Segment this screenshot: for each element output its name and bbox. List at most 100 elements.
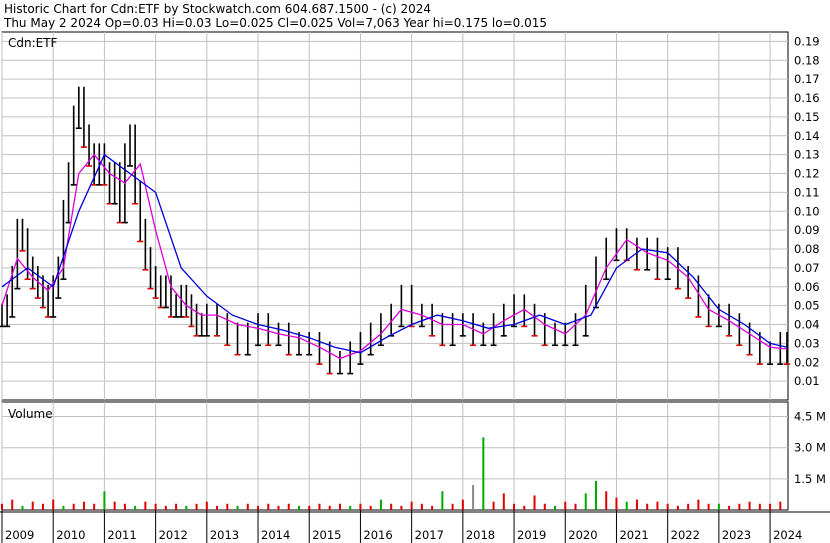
volume-bar: [666, 503, 669, 510]
volume-bar: [625, 501, 628, 510]
price-tick-label: 0.16: [794, 91, 820, 105]
volume-bar: [697, 499, 700, 510]
price-tick-label: 0.18: [794, 53, 820, 67]
x-axis-ticks: 2009 2010 2011 2012 2013 2014 2015 2016 2017 2018…: [0, 510, 830, 543]
price-tick-label: 0.17: [794, 72, 820, 86]
price-tick-label: 0.09: [794, 223, 820, 237]
x-tick-label: 2023: [722, 528, 751, 542]
volume-bar: [594, 480, 597, 510]
volume-y-ticks: 4.5 M 3.0 M 1.5 M: [794, 410, 826, 486]
volume-bar: [308, 505, 311, 510]
chart-header-quote: Thu May 2 2024 Op=0.03 Hi=0.03 Lo=0.025 …: [3, 16, 547, 30]
volume-bar: [359, 503, 362, 510]
volume-bar: [431, 505, 434, 510]
volume-bar: [420, 503, 423, 510]
volume-bar: [390, 503, 393, 510]
volume-panel-title: Volume: [8, 407, 53, 421]
x-tick-label: 2021: [619, 528, 648, 542]
volume-bar: [11, 499, 14, 510]
volume-bar: [82, 501, 85, 510]
volume-bar: [543, 503, 546, 510]
volume-bar: [41, 503, 44, 510]
volume-bar: [1, 503, 3, 510]
volume-bar: [472, 485, 475, 510]
price-tick-label: 0.14: [794, 129, 820, 143]
volume-bar: [646, 503, 649, 510]
volume-bar: [400, 505, 403, 510]
volume-bar: [144, 501, 147, 510]
volume-bar: [93, 503, 96, 510]
volume-bar: [287, 503, 290, 510]
x-tick-label: 2011: [107, 528, 136, 542]
volume-bar: [164, 505, 167, 510]
volume-bar: [246, 503, 249, 510]
price-tick-label: 0.02: [794, 355, 820, 369]
volume-bar: [635, 499, 638, 510]
price-tick-label: 0.06: [794, 280, 820, 294]
price-tick-label: 0.03: [794, 336, 820, 350]
x-tick-label: 2012: [159, 528, 188, 542]
volume-bar: [717, 503, 720, 510]
volume-bar: [154, 503, 157, 510]
price-tick-label: 0.11: [794, 185, 820, 199]
x-tick-label: 2024: [773, 528, 802, 542]
volume-bar: [451, 503, 454, 510]
volume-bar: [297, 505, 300, 510]
volume-bar: [605, 491, 608, 510]
stock-chart: Historic Chart for Cdn:ETF by Stockwatch…: [0, 2, 830, 543]
volume-bar: [461, 499, 464, 510]
volume-bar: [379, 499, 382, 510]
volume-tick-label: 4.5 M: [794, 410, 826, 424]
price-tick-label: 0.07: [794, 261, 820, 275]
volume-bar: [738, 503, 741, 510]
volume-bar: [502, 493, 505, 510]
price-tick-label: 0.13: [794, 148, 820, 162]
volume-panel: [1, 401, 789, 511]
volume-bar: [21, 505, 24, 510]
volume-bar: [410, 501, 413, 510]
price-tick-label: 0.10: [794, 204, 820, 218]
volume-bar: [554, 505, 557, 510]
volume-bar: [62, 505, 65, 510]
price-tick-label: 0.04: [794, 318, 820, 332]
price-tick-label: 0.05: [794, 299, 820, 313]
volume-bar: [195, 503, 198, 510]
price-tick-label: 0.19: [794, 34, 820, 48]
volume-bar: [72, 503, 75, 510]
volume-tick-label: 3.0 M: [794, 441, 826, 455]
volume-bar: [564, 501, 567, 510]
price-tick-label: 0.15: [794, 110, 820, 124]
volume-bar: [523, 505, 526, 510]
x-tick-label: 2022: [671, 528, 700, 542]
price-tick-label: 0.01: [794, 374, 820, 388]
x-tick-label: 2009: [5, 528, 34, 542]
volume-bar: [134, 505, 137, 510]
x-tick-label: 2016: [363, 528, 392, 542]
volume-bar: [676, 505, 679, 510]
volume-bar: [349, 505, 352, 510]
x-tick-label: 2013: [210, 528, 239, 542]
x-tick-label: 2020: [568, 528, 597, 542]
volume-bar: [513, 503, 516, 510]
volume-bar: [687, 503, 690, 510]
volume-bar: [236, 505, 239, 510]
volume-bar: [492, 501, 495, 510]
volume-bar: [482, 437, 485, 510]
volume-bar: [338, 503, 341, 510]
x-tick-label: 2019: [517, 528, 546, 542]
volume-tick-label: 1.5 M: [794, 472, 826, 486]
volume-bar: [441, 491, 444, 510]
volume-bar: [656, 501, 659, 510]
volume-bar: [533, 495, 536, 510]
volume-bar: [113, 501, 116, 510]
volume-bar: [205, 501, 208, 510]
volume-bar: [328, 505, 331, 510]
volume-bar: [574, 503, 577, 510]
volume-bar: [103, 491, 106, 510]
volume-bar: [369, 505, 372, 510]
x-tick-label: 2014: [261, 528, 290, 542]
volume-bar: [31, 501, 34, 510]
x-tick-label: 2015: [312, 528, 341, 542]
volume-bar: [257, 505, 260, 510]
x-tick-label: 2017: [415, 528, 444, 542]
